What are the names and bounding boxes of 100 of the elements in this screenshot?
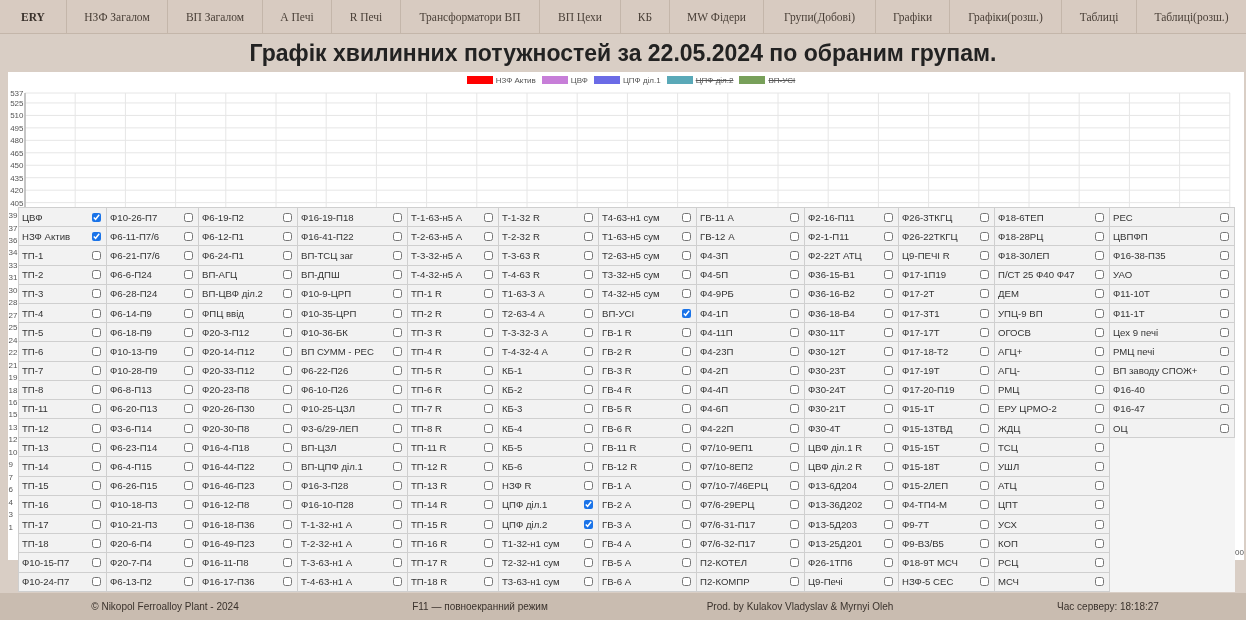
group-checkbox[interactable] [1095, 462, 1104, 472]
group-checkbox[interactable] [283, 308, 292, 318]
group-checkbox[interactable] [884, 308, 893, 318]
group-checkbox[interactable] [980, 308, 989, 318]
group-checkbox[interactable] [92, 462, 101, 472]
group-checkbox[interactable] [980, 404, 989, 414]
group-checkbox[interactable] [790, 404, 799, 414]
group-checkbox[interactable] [884, 577, 893, 587]
group-checkbox[interactable] [584, 366, 593, 376]
group-checkbox[interactable] [283, 250, 292, 260]
group-checkbox[interactable] [184, 231, 193, 241]
group-checkbox[interactable] [790, 270, 799, 280]
group-checkbox[interactable] [1220, 212, 1229, 222]
group-checkbox[interactable] [184, 327, 193, 337]
group-checkbox[interactable] [283, 346, 292, 356]
group-checkbox[interactable] [682, 212, 691, 222]
nav-link[interactable]: Таблиці [1061, 0, 1136, 33]
group-checkbox[interactable] [484, 442, 493, 452]
group-checkbox[interactable] [283, 366, 292, 376]
group-checkbox[interactable] [484, 519, 493, 529]
group-checkbox[interactable] [980, 231, 989, 241]
group-checkbox[interactable] [1220, 327, 1229, 337]
group-checkbox[interactable] [184, 442, 193, 452]
group-checkbox[interactable] [1220, 270, 1229, 280]
group-checkbox[interactable] [790, 212, 799, 222]
group-checkbox[interactable] [92, 538, 101, 548]
group-checkbox[interactable] [884, 231, 893, 241]
group-checkbox[interactable] [484, 308, 493, 318]
group-checkbox[interactable] [393, 327, 402, 337]
group-checkbox[interactable] [393, 442, 402, 452]
group-checkbox[interactable] [682, 250, 691, 260]
group-checkbox[interactable] [283, 500, 292, 510]
group-checkbox[interactable] [682, 423, 691, 433]
group-checkbox[interactable] [393, 231, 402, 241]
group-checkbox[interactable] [1220, 250, 1229, 260]
group-checkbox[interactable] [682, 231, 691, 241]
group-checkbox[interactable] [1095, 212, 1104, 222]
group-checkbox[interactable] [584, 212, 593, 222]
nav-link[interactable]: Графіки(розш.) [949, 0, 1061, 33]
nav-link[interactable]: Трансформатори ВП [400, 0, 539, 33]
nav-link[interactable]: НЗФ Загалом [66, 0, 167, 33]
group-checkbox[interactable] [92, 250, 101, 260]
group-checkbox[interactable] [584, 404, 593, 414]
group-checkbox[interactable] [1095, 308, 1104, 318]
group-checkbox[interactable] [393, 385, 402, 395]
group-checkbox[interactable] [393, 500, 402, 510]
group-checkbox[interactable] [184, 500, 193, 510]
group-checkbox[interactable] [790, 327, 799, 337]
group-checkbox[interactable] [682, 577, 691, 587]
nav-link[interactable]: R Печі [331, 0, 400, 33]
group-checkbox[interactable] [682, 385, 691, 395]
group-checkbox[interactable] [884, 346, 893, 356]
group-checkbox[interactable] [790, 423, 799, 433]
group-checkbox[interactable] [184, 250, 193, 260]
group-checkbox[interactable] [484, 212, 493, 222]
group-checkbox[interactable] [283, 577, 292, 587]
group-checkbox[interactable] [884, 366, 893, 376]
group-checkbox[interactable] [393, 366, 402, 376]
group-checkbox[interactable] [584, 538, 593, 548]
group-checkbox[interactable] [584, 557, 593, 567]
group-checkbox[interactable] [980, 289, 989, 299]
group-checkbox[interactable] [682, 346, 691, 356]
group-checkbox[interactable] [1095, 423, 1104, 433]
group-checkbox[interactable] [184, 557, 193, 567]
group-checkbox[interactable] [283, 423, 292, 433]
group-checkbox[interactable] [790, 481, 799, 491]
group-checkbox[interactable] [484, 557, 493, 567]
group-checkbox[interactable] [1220, 308, 1229, 318]
nav-link[interactable]: Таблиці(розш.) [1136, 0, 1246, 33]
group-checkbox[interactable] [393, 423, 402, 433]
group-checkbox[interactable] [393, 462, 402, 472]
group-checkbox[interactable] [980, 500, 989, 510]
group-checkbox[interactable] [484, 346, 493, 356]
group-checkbox[interactable] [1095, 500, 1104, 510]
group-checkbox[interactable] [1220, 289, 1229, 299]
group-checkbox[interactable] [393, 212, 402, 222]
group-checkbox[interactable] [980, 557, 989, 567]
group-checkbox[interactable] [1095, 577, 1104, 587]
group-checkbox[interactable] [584, 481, 593, 491]
group-checkbox[interactable] [980, 442, 989, 452]
group-checkbox[interactable] [980, 327, 989, 337]
group-checkbox[interactable] [682, 327, 691, 337]
nav-link[interactable]: Графіки [875, 0, 949, 33]
group-checkbox[interactable] [1095, 557, 1104, 567]
group-checkbox[interactable] [884, 557, 893, 567]
group-checkbox[interactable] [1220, 423, 1229, 433]
group-checkbox[interactable] [1095, 481, 1104, 491]
legend-label[interactable]: НЗФ Актив [495, 75, 536, 85]
nav-link[interactable]: КБ [620, 0, 669, 33]
group-checkbox[interactable] [393, 577, 402, 587]
group-checkbox[interactable] [1220, 385, 1229, 395]
legend-label[interactable]: ЦПФ діл.2 [695, 75, 734, 85]
group-checkbox[interactable] [184, 308, 193, 318]
group-checkbox[interactable] [584, 442, 593, 452]
group-checkbox[interactable] [484, 289, 493, 299]
group-checkbox[interactable] [283, 481, 292, 491]
group-checkbox[interactable] [682, 404, 691, 414]
legend-label[interactable]: ВП-УСІ [768, 75, 796, 85]
group-checkbox[interactable] [790, 250, 799, 260]
group-checkbox[interactable] [393, 308, 402, 318]
